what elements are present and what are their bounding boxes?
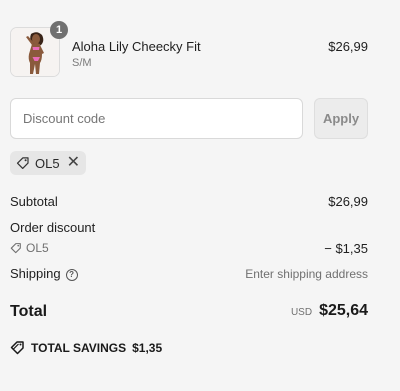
order-discount-code: OL5 bbox=[10, 241, 49, 255]
shipping-value: Enter shipping address bbox=[245, 267, 368, 281]
product-variant: S/M bbox=[72, 57, 92, 69]
currency-code: USD bbox=[290, 307, 313, 318]
product-price: $26,99 bbox=[328, 39, 368, 54]
savings-label: TOTAL SAVINGS bbox=[31, 340, 127, 355]
product-name: Aloha Lily Cheecky Fit bbox=[72, 39, 201, 54]
total-value-group: USD $25,64 bbox=[291, 302, 368, 320]
close-icon[interactable]: ✕ bbox=[67, 155, 80, 171]
tag-icon bbox=[16, 157, 29, 169]
discount-tag-icon bbox=[10, 341, 24, 355]
quantity-badge: 1 bbox=[50, 21, 68, 39]
help-circle-icon[interactable]: ? bbox=[65, 268, 78, 281]
total-label: Total bbox=[10, 303, 48, 320]
tag-icon bbox=[10, 243, 21, 254]
savings-value: $1,35 bbox=[132, 340, 163, 355]
total-savings: TOTAL SAVINGS $1,35 bbox=[10, 340, 162, 355]
shipping-row-label: Shipping? bbox=[10, 266, 78, 281]
order-discount-value: − $1,35 bbox=[324, 241, 368, 256]
total-value: $25,64 bbox=[319, 302, 368, 319]
discount-code-input[interactable] bbox=[10, 98, 303, 139]
applied-discount-chip: OL5 ✕ bbox=[10, 151, 86, 175]
shipping-label: Shipping bbox=[10, 266, 61, 281]
subtotal-value: $26,99 bbox=[328, 194, 368, 209]
order-discount-code-text: OL5 bbox=[26, 241, 49, 255]
applied-discount-code: OL5 bbox=[35, 155, 60, 171]
apply-button[interactable]: Apply bbox=[314, 98, 368, 139]
order-discount-label: Order discount bbox=[10, 220, 96, 235]
subtotal-label: Subtotal bbox=[10, 194, 58, 209]
